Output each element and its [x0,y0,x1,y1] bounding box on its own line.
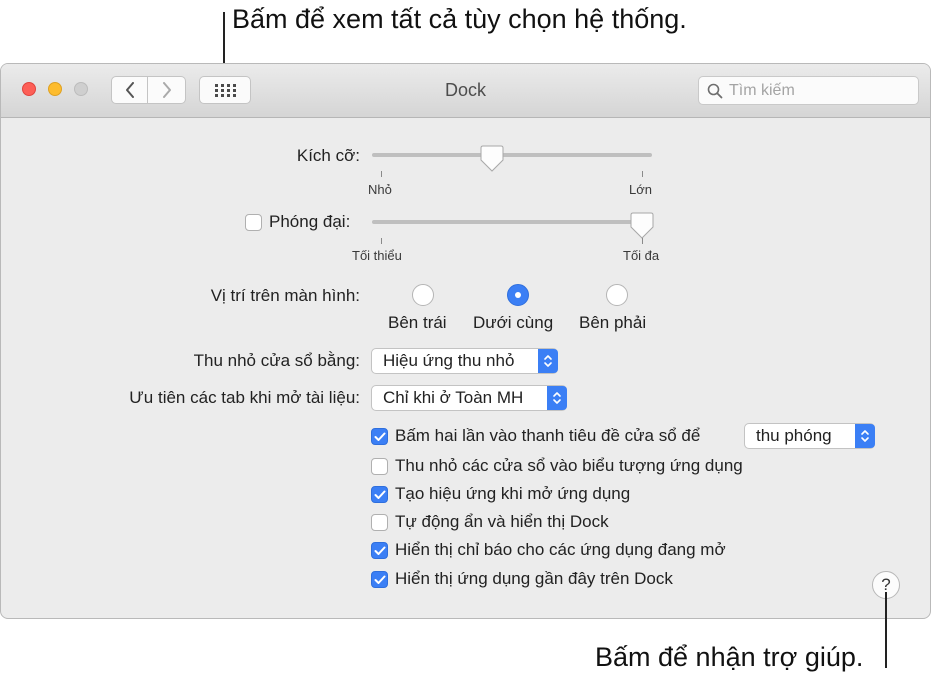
search-input[interactable] [729,81,909,100]
checkmark-icon [374,546,385,555]
show-indicators-label: Hiển thị chỉ báo cho các ứng dụng đang m… [395,540,726,559]
magnification-min-tick [381,238,382,244]
minimize-effect-label: Thu nhỏ cửa sổ bằng: [193,351,360,370]
prefer-tabs-value: Chỉ khi ở Toàn MH [383,388,524,407]
show-indicators-checkbox[interactable] [371,542,388,559]
magnification-max-tick [642,238,643,244]
minimize-into-app-icon-label: Thu nhỏ các cửa sổ vào biểu tượng ứng dụ… [395,456,743,475]
position-bottom-label: Dưới cùng [473,313,554,332]
position-label: Vị trí trên màn hình: [210,286,360,305]
search-icon [707,83,723,98]
magnification-max-label: Tối đa [623,248,660,263]
checkmark-icon [374,490,385,499]
size-min-label: Nhỏ [368,182,392,197]
minimize-into-app-icon-checkbox[interactable] [371,458,388,475]
animate-opening-label: Tạo hiệu ứng khi mở ứng dụng [395,484,631,503]
prefer-tabs-label: Ưu tiên các tab khi mở tài liệu: [129,388,360,407]
size-max-tick [642,171,643,177]
magnification-slider-thumb[interactable] [630,212,654,240]
prefer-tabs-popup[interactable]: Chỉ khi ở Toàn MH [371,385,567,411]
size-min-tick [381,171,382,177]
callout-help: Bấm để nhận trợ giúp. [595,642,864,672]
show-recent-apps-label: Hiển thị ứng dụng gần đây trên Dock [395,569,673,588]
minimize-effect-popup[interactable]: Hiệu ứng thu nhỏ [371,348,558,374]
magnification-checkbox[interactable] [245,214,262,231]
animate-opening-checkbox[interactable] [371,486,388,503]
callout-show-all: Bấm để xem tất cả tùy chọn hệ thống. [232,4,687,34]
double-click-action-value: thu phóng [756,426,832,445]
search-field[interactable] [698,76,919,105]
callout-leader-line [885,592,887,668]
double-click-checkbox[interactable] [371,428,388,445]
position-bottom-radio[interactable] [507,284,529,306]
magnification-min-label: Tối thiểu [352,248,402,263]
autohide-dock-label: Tự động ẩn và hiển thị Dock [395,512,609,531]
autohide-dock-checkbox[interactable] [371,514,388,531]
updown-arrows-icon [538,349,558,373]
size-label: Kích cỡ: [296,146,360,165]
position-left-label: Bên trái [388,313,447,332]
size-slider-track[interactable] [372,153,652,157]
updown-arrows-icon [547,386,567,410]
double-click-action-popup[interactable]: thu phóng [744,423,875,449]
size-slider-thumb[interactable] [480,145,504,173]
minimize-effect-value: Hiệu ứng thu nhỏ [383,351,515,370]
size-max-label: Lớn [629,182,652,197]
dock-preferences-window: Dock [0,63,931,619]
magnification-slider-track[interactable] [372,220,652,224]
position-right-label: Bên phải [579,313,647,332]
title-bar: Dock [1,64,930,118]
position-left-radio[interactable] [412,284,434,306]
checkmark-icon [374,575,385,584]
updown-arrows-icon [855,424,875,448]
double-click-label: Bấm hai lần vào thanh tiêu đề cửa sổ để [395,426,701,445]
checkmark-icon [374,432,385,441]
show-recent-apps-checkbox[interactable] [371,571,388,588]
magnification-label: Phóng đại: [269,212,351,231]
position-right-radio[interactable] [606,284,628,306]
